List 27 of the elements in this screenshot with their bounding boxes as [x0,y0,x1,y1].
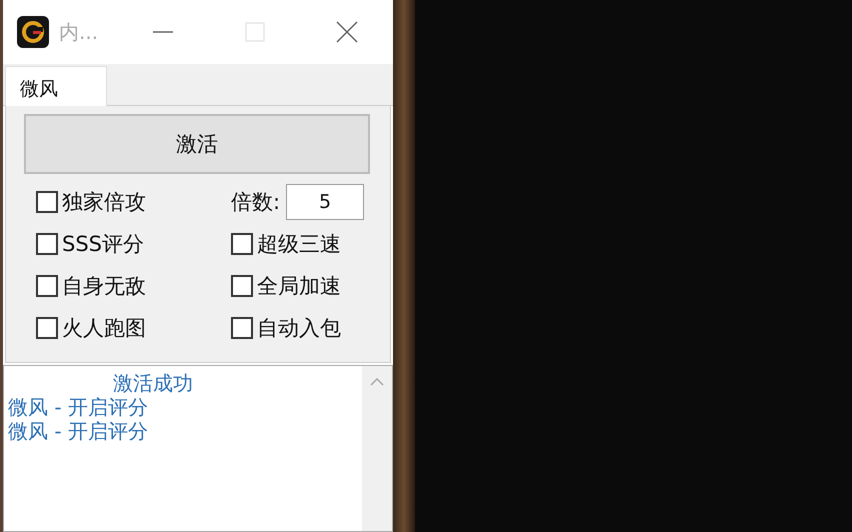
activate-button[interactable]: 激活 [24,114,370,174]
checkbox[interactable] [36,233,58,255]
checkbox[interactable] [231,233,253,255]
checkbox-label: 自身无敌 [62,273,146,300]
maximize-icon [244,21,266,43]
multiplier-field[interactable]: 5 [286,184,364,220]
multiplier-label: 倍数: [231,189,280,216]
window-title: 内... [59,18,100,46]
close-icon [336,21,358,43]
letter-logo-icon [17,16,49,48]
scrollbar[interactable] [362,366,392,531]
checkbox-label: 独家倍攻 [62,189,146,216]
checkbox[interactable] [231,317,253,339]
checkbox[interactable] [36,191,58,213]
checkbox[interactable] [231,275,253,297]
checkbox[interactable] [36,275,58,297]
checkbox-label: SSS评分 [62,231,144,258]
log-line: 微风 - 开启评分 [8,395,148,419]
minimize-icon [152,31,174,33]
checkbox-label: 超级三速 [257,231,341,258]
checkbox[interactable] [36,317,58,339]
log-line: 微风 - 开启评分 [8,419,148,443]
log-line: 激活成功 [113,371,193,395]
checkbox-label: 火人跑图 [62,315,146,342]
checkbox-label: 自动入包 [257,315,341,342]
checkbox-label: 全局加速 [257,273,341,300]
tab[interactable]: 微风 [5,66,107,106]
